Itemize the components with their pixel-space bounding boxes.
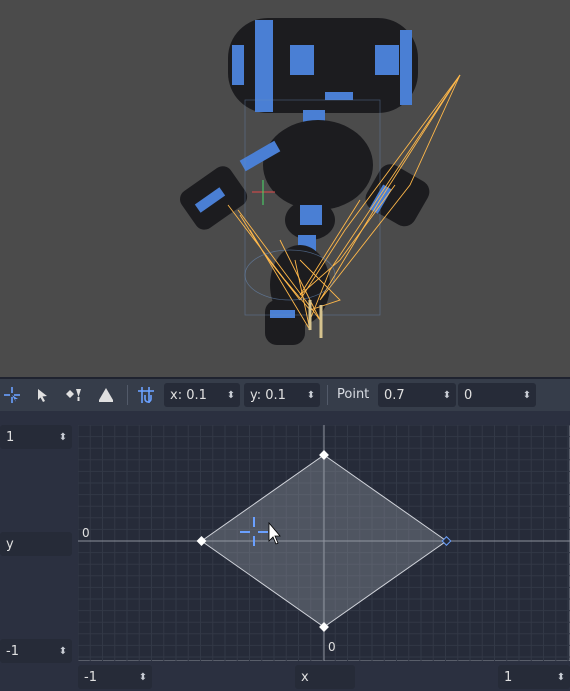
blend-space-area: 1 ⬍ y -1 ⬍ 0 0 [0,411,570,663]
max-y-spinbox[interactable]: 1 ⬍ [0,425,72,449]
snap-y-value: y: 0.1 [250,387,286,403]
blend-space-bottom-bar: -1 ⬍ x 1 ⬍ [0,663,570,691]
axis-zero-bottom: 0 [328,640,336,654]
x-label-field[interactable]: x [295,665,355,689]
max-y-value: 1 [6,429,15,445]
y-label-field[interactable]: y [0,532,72,556]
x-label-value: x [301,669,309,685]
3d-viewport[interactable] [0,0,570,377]
select-points-icon[interactable] [0,383,24,407]
point-value2: 0 [464,387,473,403]
erase-icon[interactable] [94,383,118,407]
axis-zero-left: 0 [82,526,90,540]
max-x-spinbox[interactable]: 1 ⬍ [498,665,570,689]
spin-arrows-icon[interactable]: ⬍ [54,639,72,663]
min-x-spinbox[interactable]: -1 ⬍ [78,665,152,689]
min-x-value: -1 [84,669,97,685]
snap-x-value: x: 0.1 [170,387,207,403]
blend-space-toolbar: x: 0.1 ⬍ y: 0.1 ⬍ Point 0.7 ⬍ 0 ⬍ [0,379,570,411]
spin-arrows-icon[interactable]: ⬍ [222,383,240,407]
spin-arrows-icon[interactable]: ⬍ [54,425,72,449]
create-triangle-icon[interactable] [30,383,54,407]
snap-x-spinbox[interactable]: x: 0.1 ⬍ [164,383,240,407]
blend-space-graph[interactable]: 0 0 [78,425,570,661]
point-label: Point [337,387,370,402]
min-y-value: -1 [6,643,19,659]
blend-space-2d-editor: x: 0.1 ⬍ y: 0.1 ⬍ Point 0.7 ⬍ 0 ⬍ 1 ⬍ y … [0,377,570,691]
robot-character-preview [180,18,461,345]
spin-arrows-icon[interactable]: ⬍ [552,665,570,689]
y-label-value: y [6,536,14,552]
point-value: 0.7 [384,387,405,403]
max-x-value: 1 [504,669,513,685]
snap-y-spinbox[interactable]: y: 0.1 ⬍ [244,383,320,407]
spin-arrows-icon[interactable]: ⬍ [134,665,152,689]
min-y-spinbox[interactable]: -1 ⬍ [0,639,72,663]
toolbar-separator [327,385,328,405]
robot-head [228,18,418,113]
point-value-spinbox[interactable]: 0.7 ⬍ [378,383,456,407]
spin-arrows-icon[interactable]: ⬍ [518,383,536,407]
spin-arrows-icon[interactable]: ⬍ [438,383,456,407]
toolbar-separator [127,385,128,405]
point-value2-spinbox[interactable]: 0 ⬍ [458,383,536,407]
create-point-icon[interactable] [62,383,86,407]
grid-snap-icon[interactable] [134,383,158,407]
spin-arrows-icon[interactable]: ⬍ [302,383,320,407]
